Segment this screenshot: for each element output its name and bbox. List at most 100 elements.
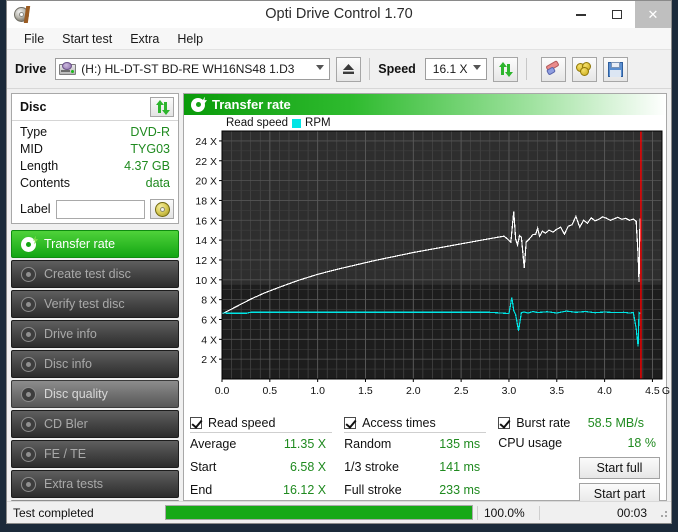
sidebar-item-disc-info[interactable]: Disc info: [11, 350, 179, 378]
stat-label: Full stroke: [344, 483, 402, 497]
svg-text:4.5: 4.5: [645, 385, 660, 397]
svg-text:20 X: 20 X: [195, 176, 217, 188]
menu-item-help[interactable]: Help: [168, 30, 212, 48]
access-times-checkbox[interactable]: [344, 417, 357, 429]
statistics-area: Read speed Average 11.35 X Start 6.58 X …: [184, 412, 666, 505]
eject-button[interactable]: [336, 56, 362, 82]
menu-item-extra[interactable]: Extra: [121, 30, 168, 48]
menu-item-file[interactable]: File: [15, 30, 53, 48]
main-panel-header: Transfer rate: [184, 94, 666, 115]
sidebar-item-transfer-rate[interactable]: Transfer rate: [11, 230, 179, 258]
disc-quality-icon: [21, 386, 36, 402]
drive-icon: [59, 62, 77, 76]
disc-icon: [154, 201, 170, 217]
toolbar-divider: [369, 58, 371, 80]
stat-value: 11.35 X: [283, 437, 327, 451]
read-speed-stats: Read speed Average 11.35 X Start 6.58 X …: [190, 416, 344, 500]
sidebar-item-label: Extra tests: [44, 477, 104, 491]
legend-label-read-speed: Read speed: [226, 117, 289, 129]
svg-text:8 X: 8 X: [201, 295, 217, 307]
refresh-button[interactable]: [492, 56, 518, 82]
sidebar-item-label: Create test disc: [44, 267, 131, 281]
disc-row-contents: Contents data: [20, 175, 170, 192]
svg-text:1.5: 1.5: [358, 385, 373, 397]
body: Disc Type DVD-R MID TYG03 Length 4.37 GB…: [7, 89, 677, 523]
sidebar-item-label: Disc info: [44, 357, 92, 371]
erase-button[interactable]: [540, 56, 566, 82]
sidebar-item-drive-info[interactable]: Drive info: [11, 320, 179, 348]
burst-rate-checkbox[interactable]: [498, 417, 511, 429]
main-panel: Transfer rate Read speed RPM 2 X 4 X 6 X 8 …: [183, 93, 677, 505]
start-full-button[interactable]: Start full: [578, 457, 660, 479]
svg-text:3.0: 3.0: [502, 385, 517, 397]
window-controls: ✕: [563, 1, 671, 28]
chevron-down-icon: [316, 65, 325, 70]
burst-rate-header: Burst rate 58.5 MB/s: [498, 416, 648, 432]
stat-value: 135 ms: [439, 437, 481, 451]
svg-text:1.0: 1.0: [310, 385, 325, 397]
stat-value: 18 %: [627, 436, 656, 450]
eject-icon: [343, 64, 355, 74]
status-bar: Test completed 100.0% 00:03: [7, 501, 671, 523]
action-buttons: Start full Start part: [498, 457, 660, 505]
stat-label: Average: [190, 437, 237, 451]
disc-extra-icon: [21, 476, 36, 492]
sidebar-item-extra-tests[interactable]: Extra tests: [11, 470, 179, 498]
disc-label-row: Label: [12, 197, 178, 223]
sidebar-item-label: CD Bler: [44, 417, 88, 431]
sidebar-item-create-test-disc[interactable]: Create test disc: [11, 260, 179, 288]
stat-row-full-stroke: Full stroke 233 ms: [344, 479, 480, 502]
read-speed-header: Read speed: [190, 416, 333, 433]
disc-bler-icon: [21, 416, 36, 432]
progress-percent: 100.0%: [477, 505, 539, 520]
svg-text:GB: GB: [662, 385, 670, 397]
disc-info-icon: [21, 356, 36, 372]
app-window: Opti Drive Control 1.70 ✕ File Start tes…: [6, 0, 677, 524]
sidebar-item-cd-bler[interactable]: CD Bler: [11, 410, 179, 438]
minimize-button[interactable]: [563, 1, 599, 28]
maximize-button[interactable]: [599, 1, 635, 28]
drive-select-value: (H:) HL-DT-ST BD-RE WH16NS48 1.D3: [81, 62, 295, 76]
svg-text:2.0: 2.0: [406, 385, 421, 397]
resize-grip-icon[interactable]: [657, 507, 669, 519]
stat-row-start: Start 6.58 X: [190, 456, 326, 479]
drive-select[interactable]: (H:) HL-DT-ST BD-RE WH16NS48 1.D3: [55, 58, 331, 80]
coins-button[interactable]: [571, 56, 597, 82]
sidebar-item-label: Disc quality: [44, 387, 108, 401]
disc-row-value: 4.37 GB: [124, 159, 170, 173]
svg-text:2.5: 2.5: [454, 385, 469, 397]
legend-label-rpm: RPM: [305, 117, 331, 129]
disc-row-mid: MID TYG03: [20, 141, 170, 158]
read-speed-checkbox[interactable]: [190, 417, 202, 429]
disc-label-input[interactable]: [55, 199, 145, 219]
disc-label-read-button[interactable]: [150, 199, 174, 219]
access-times-header: Access times: [344, 416, 487, 433]
access-times-title: Access times: [362, 416, 436, 430]
svg-text:22 X: 22 X: [195, 156, 217, 168]
drive-label: Drive: [15, 62, 47, 76]
disc-rate-icon: [21, 235, 38, 252]
sidebar-item-verify-test-disc[interactable]: Verify test disc: [11, 290, 179, 318]
stat-label: End: [190, 483, 213, 497]
close-button[interactable]: ✕: [635, 1, 671, 28]
svg-text:0.0: 0.0: [215, 385, 230, 397]
sidebar-item-fe-te[interactable]: FE / TE: [11, 440, 179, 468]
access-times-stats: Access times Random 135 ms 1/3 stroke 14…: [344, 416, 498, 500]
burst-rate-stats: Burst rate 58.5 MB/s CPU usage 18 % Star…: [498, 416, 660, 505]
stat-row-random: Random 135 ms: [344, 433, 480, 456]
optical-disc-icon: [13, 5, 31, 24]
speed-select[interactable]: 16.1 X: [424, 58, 487, 80]
sidebar-item-disc-quality[interactable]: Disc quality: [11, 380, 179, 408]
save-button[interactable]: [602, 56, 628, 82]
svg-text:0.5: 0.5: [263, 385, 278, 397]
menu-item-start-test[interactable]: Start test: [53, 30, 121, 48]
sidebar-item-label: Drive info: [44, 327, 97, 341]
stat-label: CPU usage: [498, 436, 563, 450]
stat-label: 1/3 stroke: [344, 460, 399, 474]
disc-info-panel: Disc Type DVD-R MID TYG03 Length 4.37 GB…: [11, 93, 179, 224]
stat-value: 16.12 X: [283, 483, 327, 497]
disc-refresh-button[interactable]: [150, 97, 174, 117]
disc-row-type: Type DVD-R: [20, 124, 170, 141]
eraser-icon: [545, 60, 561, 76]
stat-row-cpu-usage: CPU usage 18 %: [498, 432, 656, 455]
